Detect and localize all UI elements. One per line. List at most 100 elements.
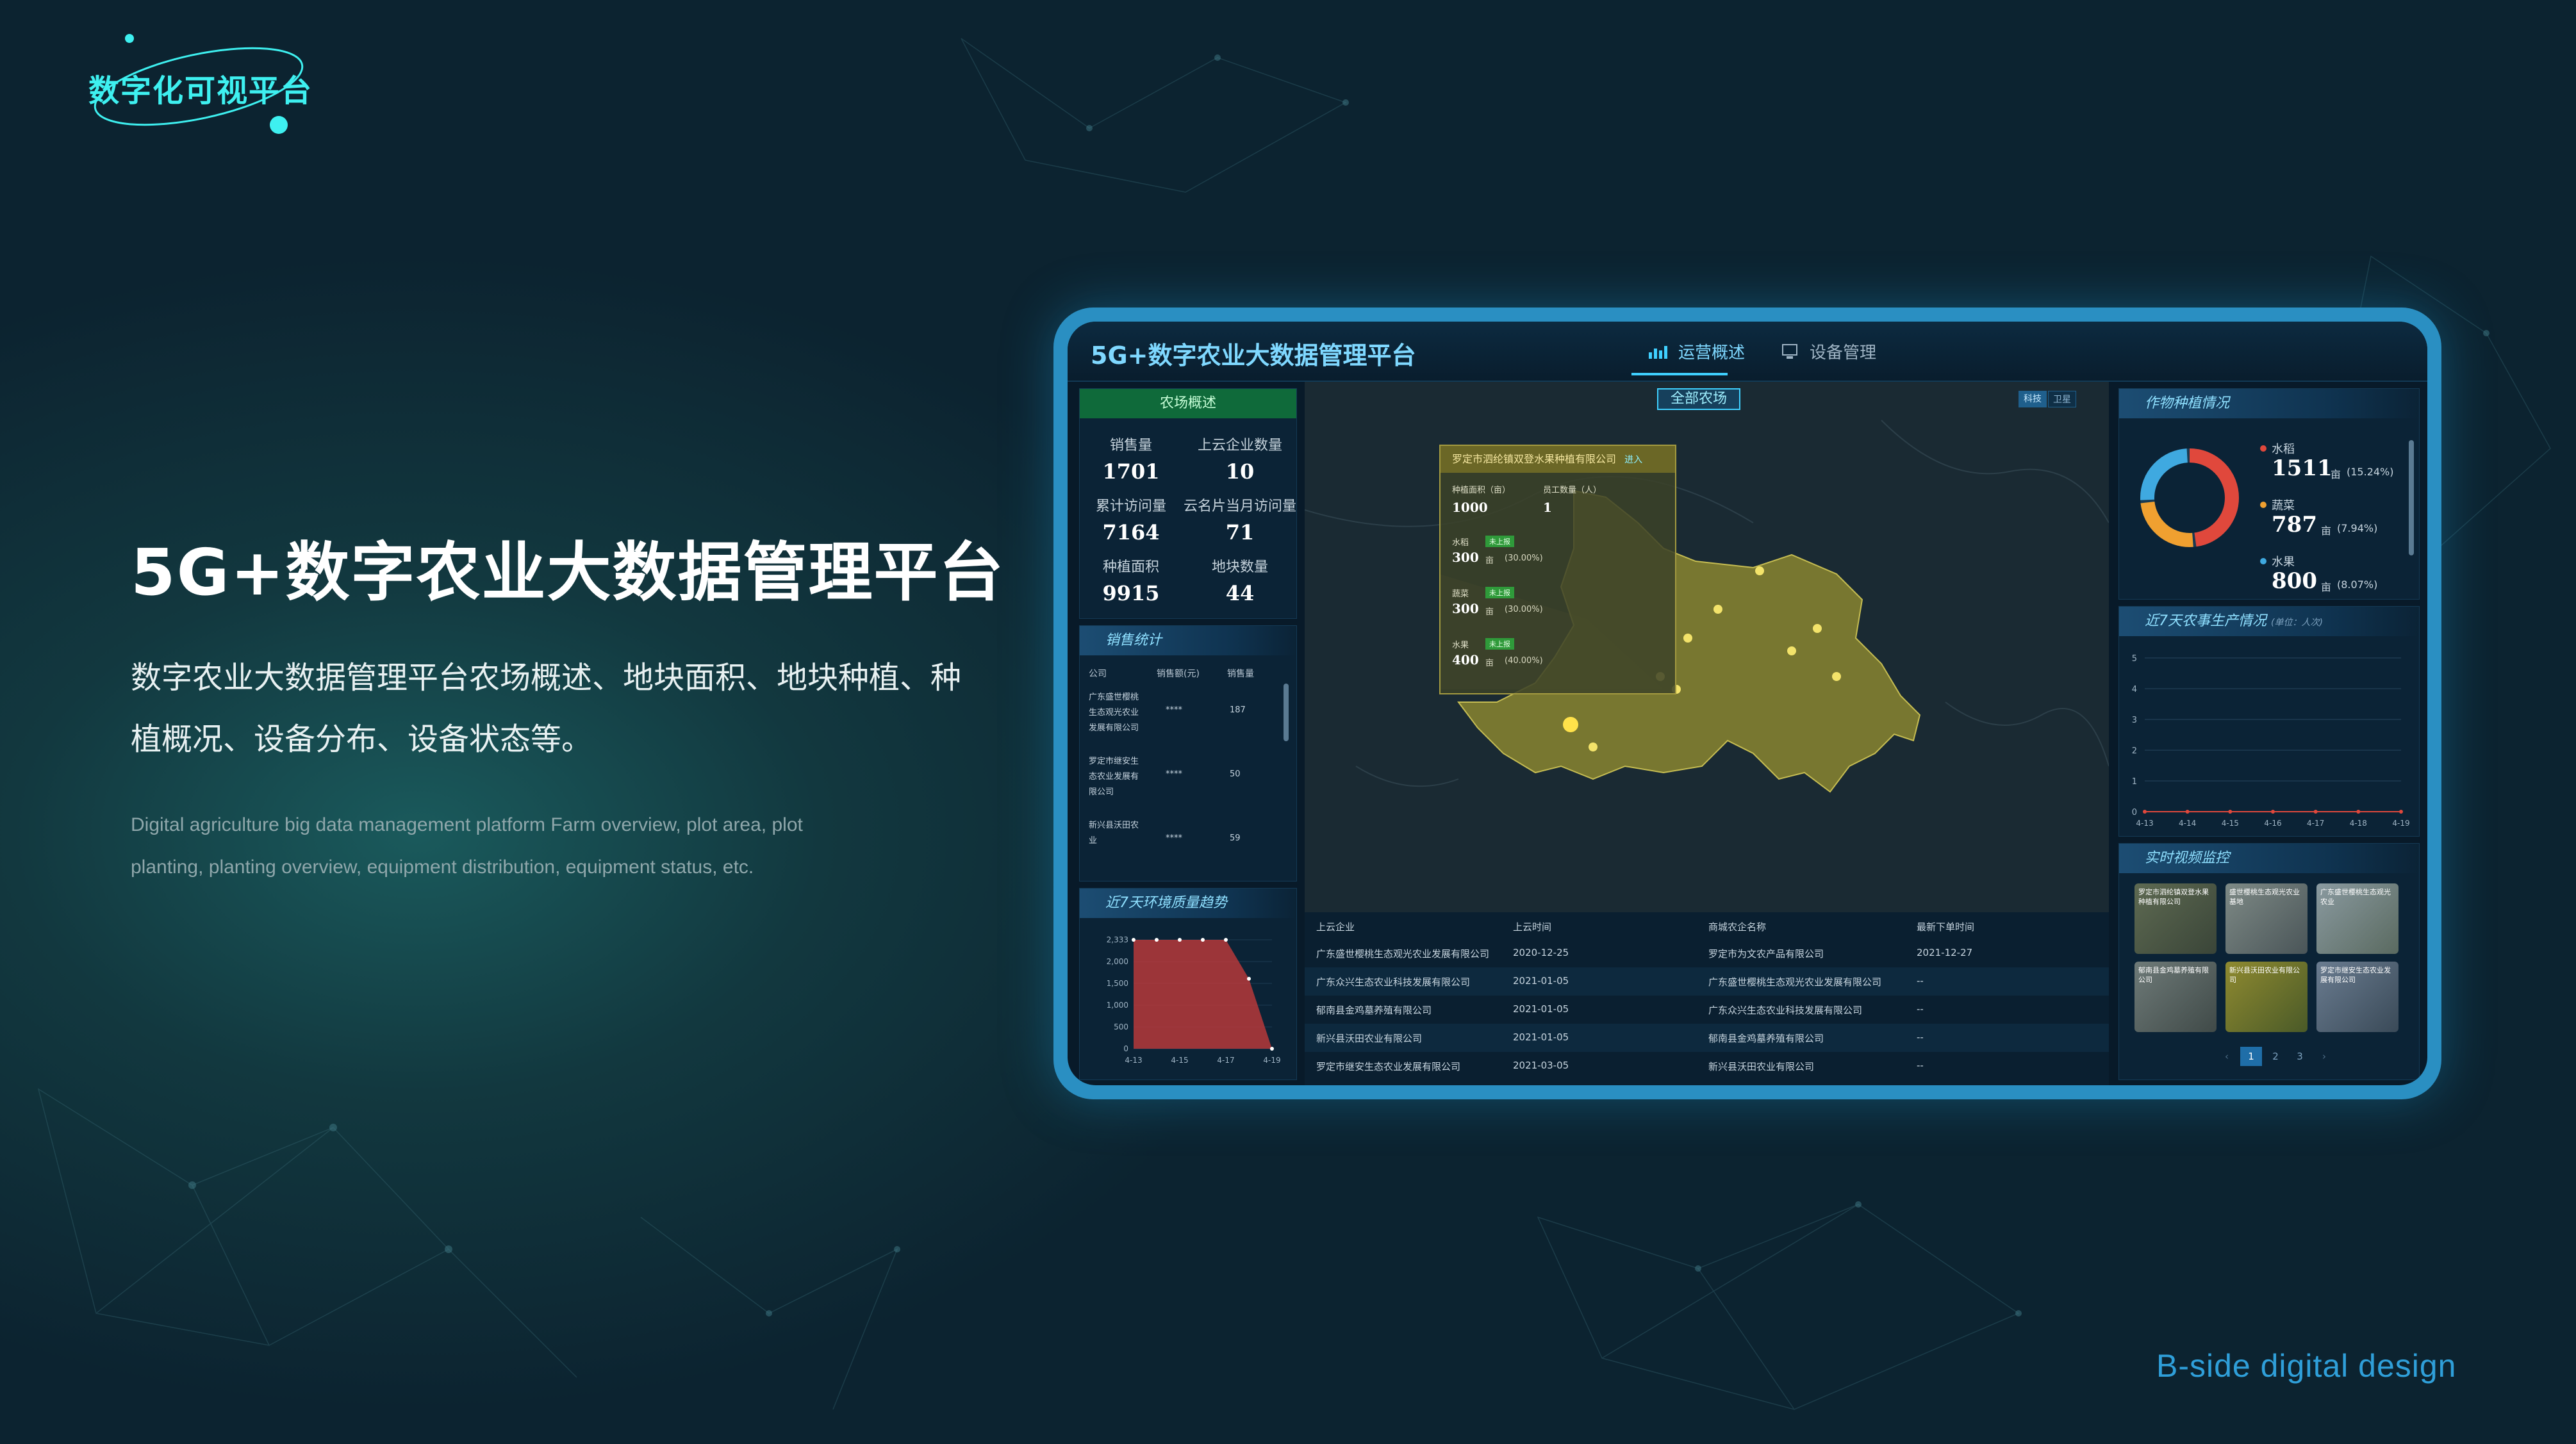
panel-title: 农场概述: [1080, 389, 1296, 418]
stat-monthly-visits: 云名片当月访问量 71: [1176, 495, 1304, 545]
stat-value: 1701: [1102, 459, 1160, 484]
farm-marker[interactable]: [1683, 634, 1692, 643]
tab-device-management[interactable]: 设备管理: [1779, 340, 1876, 363]
farm-marker[interactable]: [1755, 566, 1764, 575]
device-icon: [1782, 343, 1797, 359]
farm-marker[interactable]: [1713, 605, 1722, 614]
crop-name: 水果: [2272, 555, 2295, 569]
farm-overview-panel: 农场概述 销售量 1701 上云企业数量 10 累计访问量 7164 云名片当月…: [1079, 388, 1297, 619]
video-thumbnail[interactable]: 新兴县沃田农业有限公司: [2225, 962, 2308, 1032]
cloud-enterprise-table: 上云企业 上云时间 商城农企名称 最新下单时间 广东盛世樱桃生态观光农业发展有限…: [1305, 912, 2109, 1085]
next-page-icon[interactable]: ›: [2313, 1047, 2335, 1066]
stat-plot-count: 地块数量 44: [1182, 555, 1298, 605]
stat-value: 9915: [1102, 581, 1160, 605]
env-trend-panel: 近7天环境质量趋势 2,333 2,000 1,500 1,000 500 0 4-13 4-…: [1079, 888, 1297, 1080]
video-caption: 盛世樱桃生态观光农业基地: [2229, 888, 2300, 906]
video-thumbnail[interactable]: 盛世樱桃生态观光农业基地: [2225, 883, 2308, 954]
table-cell: 广东众兴生态农业科技发展有限公司: [1316, 976, 1471, 988]
stat-value: 10: [1225, 459, 1255, 484]
dashboard-screen: 5G+数字农业大数据管理平台 运营概述 设备管理 农场概述 销售量 1701 上…: [1068, 322, 2427, 1085]
table-cell: 郁南县金鸡墓养殖有限公司: [1316, 1005, 1432, 1016]
prev-page-icon[interactable]: ‹: [2216, 1047, 2238, 1066]
x-tick-label: 4-17: [1217, 1056, 1234, 1065]
video-caption: 罗定市继安生态农业发展有限公司: [2320, 966, 2391, 984]
farm-marker[interactable]: [1832, 672, 1841, 681]
scrollbar[interactable]: [2409, 440, 2414, 555]
y-tick-label: 4: [2132, 685, 2137, 694]
crop-pct: (7.94%): [2337, 522, 2378, 534]
data-point: [2185, 810, 2190, 814]
stat-label: 销售量: [1109, 438, 1152, 454]
crop-badge: 未上报: [1485, 536, 1514, 547]
y-tick-label: 500: [1114, 1022, 1128, 1031]
video-thumbnail[interactable]: 罗定市继安生态农业发展有限公司: [2316, 962, 2398, 1032]
logo-text: 数字化可视平台: [88, 73, 313, 109]
crop-name: 蔬菜: [1452, 589, 1469, 599]
table-body: 广东盛世樱桃生态观光农业发展有限公司 2020-12-25 罗定市为文农产品有限…: [1305, 939, 2109, 1083]
data-point: [1201, 938, 1205, 942]
area-label: 种植面积（亩）: [1452, 486, 1511, 495]
hero-english-description: Digital agriculture big data management …: [131, 814, 803, 878]
crop-pct: (30.00%): [1505, 554, 1543, 563]
column-header: 公司: [1089, 669, 1107, 679]
farm-marker-selected[interactable]: [1563, 717, 1578, 732]
data-point: [2143, 810, 2147, 814]
stat-label: 地块数量: [1211, 559, 1268, 575]
crop-unit: 亩: [1485, 556, 1494, 566]
crop-unit: 亩: [2321, 581, 2332, 593]
x-tick-label: 4-17: [2307, 819, 2324, 828]
table-row[interactable]: 郁南县金鸡墓养殖有限公司 2021-01-05 广东众兴生态农业科技发展有限公司…: [1305, 996, 2109, 1024]
table-row[interactable]: 新兴县沃田农业有限公司 2021-01-05 郁南县金鸡墓养殖有限公司 --: [1305, 1024, 2109, 1052]
all-farms-button[interactable]: 全部农场: [1657, 388, 1740, 410]
sales-amount: ****: [1166, 833, 1182, 843]
crop-unit: 亩: [2321, 525, 2332, 537]
satellite-map-toggle[interactable]: 卫星: [2048, 391, 2076, 407]
y-tick-label: 0: [2132, 808, 2137, 817]
table-cell: 2021-01-05: [1513, 1031, 1569, 1043]
crop-unit: 亩: [1485, 607, 1494, 617]
company-name: 罗定市继安生态农业发展有限公司: [1089, 757, 1139, 797]
farm-marker[interactable]: [1787, 646, 1796, 655]
table-row[interactable]: 广东盛世樱桃生态观光农业发展有限公司 2020-12-25 罗定市为文农产品有限…: [1305, 939, 2109, 967]
stat-value: 7164: [1102, 520, 1160, 545]
crop-badge: 未上报: [1485, 638, 1514, 650]
x-tick-label: 4-15: [2222, 819, 2239, 828]
table-cell: 2021-01-05: [1513, 975, 1569, 987]
map-area[interactable]: 全部农场 科技 卫星 罗定市泗纶镇双登水果种植有限公司 进入 种植面积（亩） 员…: [1305, 382, 2109, 912]
stat-label: 云名片当月访问量: [1183, 498, 1296, 514]
stat-label: 种植面积: [1102, 559, 1159, 575]
table-row[interactable]: 罗定市继安生态农业发展有限公司 2021-03-05 新兴县沃田农业有限公司 -…: [1305, 1052, 2109, 1080]
crop-pct: (15.24%): [2347, 466, 2394, 478]
crop-pct: (40.00%): [1505, 656, 1543, 666]
tab-label: 运营概述: [1678, 343, 1746, 363]
data-point: [1224, 938, 1228, 942]
page-3[interactable]: 3: [2289, 1047, 2311, 1066]
crop-pct: (8.07%): [2337, 578, 2378, 591]
farm-marker[interactable]: [1589, 743, 1598, 751]
video-thumbnail[interactable]: 广东盛世樱桃生态观光农业: [2316, 883, 2398, 954]
data-point: [1178, 938, 1182, 942]
data-point: [2356, 810, 2361, 814]
table-row[interactable]: 广东众兴生态农业科技发展有限公司 2021-01-05 广东盛世樱桃生态观光农业…: [1305, 967, 2109, 996]
tab-operations-overview[interactable]: 运营概述: [1647, 340, 1745, 363]
sales-statistics-panel: 销售统计 公司 销售额(元) 销售量 广东盛世樱桃生态观光农业发展有限公司 **…: [1079, 625, 1297, 882]
tech-map-toggle[interactable]: 科技: [2019, 391, 2047, 407]
page-1[interactable]: 1: [2240, 1047, 2262, 1066]
stat-value: 71: [1225, 520, 1255, 545]
page-2[interactable]: 2: [2265, 1047, 2286, 1066]
farm-marker[interactable]: [1813, 624, 1822, 633]
sales-amount: ****: [1166, 769, 1182, 779]
sales-qty: 187: [1230, 705, 1246, 715]
x-tick-label: 4-13: [1125, 1056, 1142, 1065]
video-thumbnail[interactable]: 郁南县金鸡墓养殖有限公司: [2134, 962, 2217, 1032]
table-cell: 广东众兴生态农业科技发展有限公司: [1708, 1005, 1863, 1016]
table-cell: 2021-12-27: [1917, 947, 1973, 958]
production-panel: 近7天农事生产情况 (单位：人次) 5 4 3 2 1 0 4-13 4-14 4-15 4-16…: [2118, 606, 2420, 837]
stat-planting-area: 种植面积 9915: [1080, 555, 1182, 605]
data-point: [2228, 810, 2233, 814]
video-thumbnail[interactable]: 罗定市泗纶镇双登水果种植有限公司: [2134, 883, 2217, 954]
y-tick-label: 2: [2132, 746, 2137, 756]
scrollbar[interactable]: [1284, 684, 1289, 741]
popup-enter-link[interactable]: 进入: [1624, 455, 1642, 465]
legend-dot: [2260, 558, 2266, 564]
